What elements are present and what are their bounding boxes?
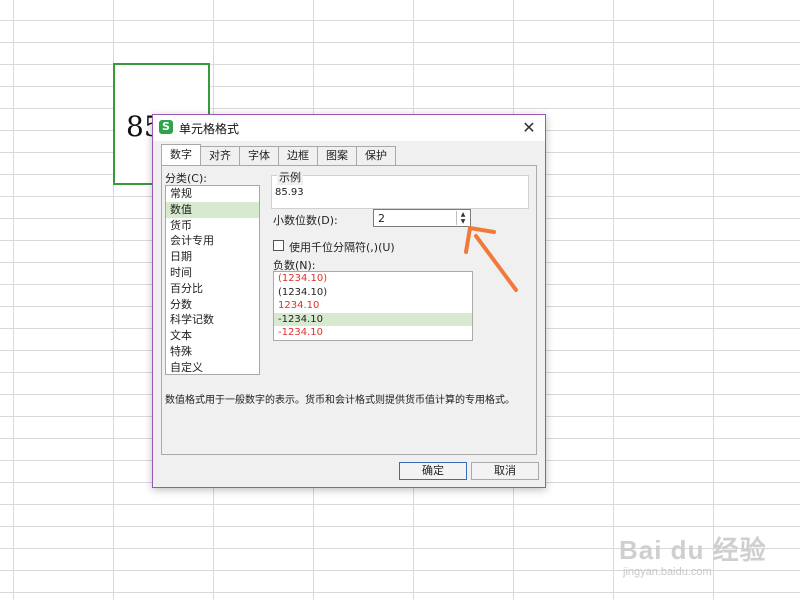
watermark-url: jingyan.baidu.com bbox=[623, 566, 712, 578]
baidu-watermark: Bai du 经验 jingyan.baidu.com bbox=[613, 516, 793, 596]
tab-number[interactable]: 数字 bbox=[161, 144, 201, 165]
watermark-brand: Bai du 经验 bbox=[619, 535, 767, 565]
annotation-arrow-icon bbox=[464, 226, 518, 292]
